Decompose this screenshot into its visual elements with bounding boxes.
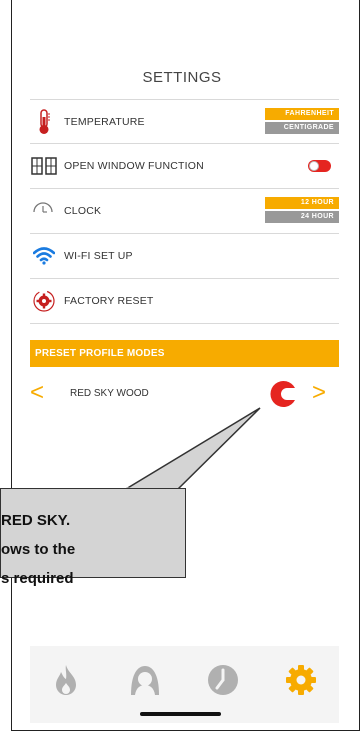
preset-prev-button[interactable]: < (30, 381, 44, 405)
setting-clock: CLOCK 12 HOUR 24 HOUR (30, 189, 339, 234)
temperature-unit-selector: FAHRENHEIT CENTIGRADE (265, 108, 339, 136)
callout-line-1: RED SKY. (1, 512, 71, 529)
wifi-label: WI-FI SET UP (64, 250, 133, 262)
fahrenheit-option[interactable]: FAHRENHEIT (265, 108, 339, 120)
settings-list: TEMPERATURE FAHRENHEIT CENTIGRADE OPEN W… (30, 99, 339, 324)
settings-gear-icon[interactable] (284, 663, 316, 697)
preset-profile-selector: < RED SKY WOOD > (30, 373, 339, 413)
centigrade-option[interactable]: CENTIGRADE (265, 122, 339, 134)
wifi-icon (30, 242, 58, 270)
window-icon (30, 152, 58, 180)
factory-reset-label: FACTORY RESET (64, 295, 154, 307)
24-hour-option[interactable]: 24 HOUR (265, 211, 339, 223)
preset-next-button[interactable]: > (312, 381, 326, 405)
callout-line-2: ows to the (1, 541, 76, 558)
open-window-label: OPEN WINDOW FUNCTION (64, 160, 204, 172)
setting-temperature: TEMPERATURE FAHRENHEIT CENTIGRADE (30, 99, 339, 144)
12-hour-option[interactable]: 12 HOUR (265, 197, 339, 209)
reset-gear-icon (30, 287, 58, 315)
thermometer-icon (30, 108, 58, 136)
clock-12-24-icon (30, 197, 58, 225)
page-title: SETTINGS (142, 69, 222, 86)
clock-icon[interactable] (206, 663, 238, 697)
flame-icon[interactable] (50, 663, 82, 697)
setting-open-window: OPEN WINDOW FUNCTION (30, 144, 339, 189)
preset-profile-header: PRESET PROFILE MODES (30, 340, 339, 367)
home-indicator (140, 712, 221, 716)
profile-icon[interactable] (128, 663, 160, 697)
setting-wifi[interactable]: WI-FI SET UP (30, 234, 339, 279)
open-window-toggle[interactable] (308, 160, 331, 172)
preset-current-name: RED SKY WOOD (70, 388, 149, 399)
clock-format-selector: 12 HOUR 24 HOUR (265, 197, 339, 225)
setting-factory-reset[interactable]: FACTORY RESET (30, 279, 339, 324)
clock-label: CLOCK (64, 205, 102, 217)
temperature-label: TEMPERATURE (64, 115, 145, 128)
red-sky-logo-icon (268, 379, 298, 409)
toggle-knob (309, 161, 319, 171)
callout-line-3: s required (1, 570, 74, 587)
callout-box: RED SKY. ows to the s required (0, 488, 186, 587)
